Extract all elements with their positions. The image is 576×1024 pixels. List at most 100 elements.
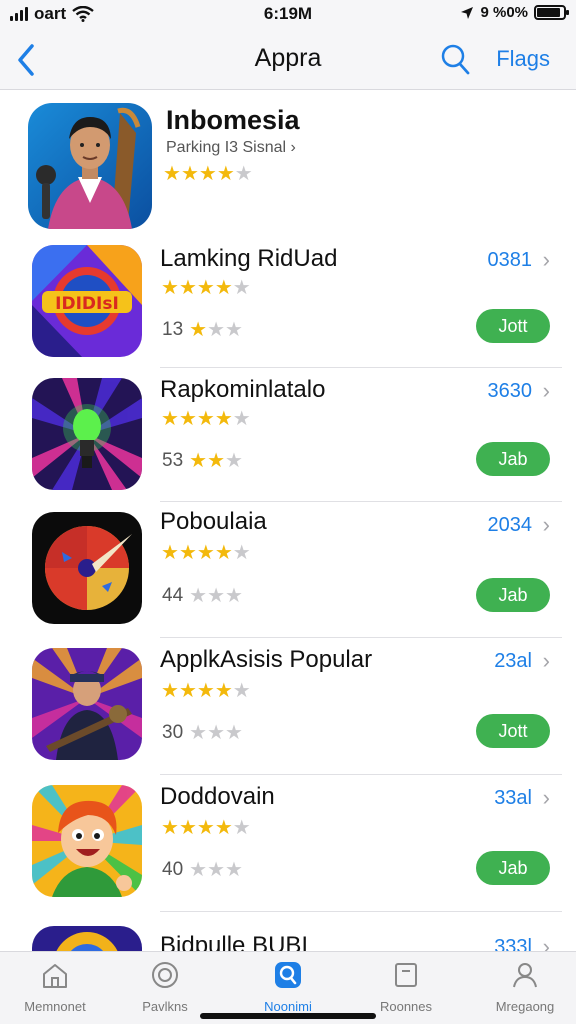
app-row[interactable]: Rapkominlatalo ★★★★★ 53 ★★★ 3630 › Jab [0, 368, 576, 502]
star-rating-value: ★★★★★ [161, 817, 251, 839]
chevron-right-icon[interactable]: › [543, 648, 550, 674]
star-icon: ★ [178, 277, 197, 299]
app-price: 333l [494, 936, 532, 951]
person-icon [513, 963, 537, 988]
featured-app-subtitle[interactable]: Parking I3 Sisnal › [166, 139, 296, 157]
featured-app-row[interactable]: Inbomesia Parking I3 Sisnal › ★★★★★ [0, 91, 576, 237]
star-icon: ★ [214, 277, 233, 299]
rating-count: 40 [162, 858, 184, 880]
star-icon: ★ [207, 585, 226, 607]
search-icon [275, 962, 301, 988]
battery-percent: 9 %0% [480, 4, 528, 21]
chevron-right-icon[interactable]: › [543, 247, 550, 273]
tab-roonnes[interactable]: Roonnes [351, 960, 461, 1014]
star-icon: ★ [161, 680, 179, 702]
tab-memnonet[interactable]: Memnonet [0, 960, 110, 1014]
star-icon: ★ [189, 450, 208, 472]
rating-count: 13 [162, 318, 184, 340]
flags-button[interactable]: Flags [496, 46, 550, 72]
svg-text:IDIDIsI: IDIDIsI [55, 294, 119, 314]
tab-mregaong[interactable]: Mregaong [470, 960, 576, 1014]
star-rating-value: ★★★★★ [163, 163, 253, 185]
app-price: 33al [494, 787, 532, 809]
star-icon: ★ [178, 817, 197, 839]
get-button[interactable]: Jott [476, 714, 550, 748]
star-icon: ★ [196, 277, 215, 299]
star-rating-value: ★★★★★ [161, 408, 251, 430]
app-name: Poboulaia [160, 508, 267, 535]
search-icon[interactable] [440, 42, 470, 76]
get-button[interactable]: Jab [476, 442, 550, 476]
star-rating-value: ★★★★★ [161, 277, 251, 299]
featured-star-rating: ★★★★★ [163, 161, 253, 186]
star-icon: ★ [189, 319, 208, 341]
chevron-right-icon[interactable]: › [543, 934, 550, 951]
star-icon: ★ [189, 722, 208, 744]
app-row[interactable]: IDIDIsI Lamking RidUad ★★★★★ 13 ★★★ 0381… [0, 237, 576, 368]
star-icon: ★ [232, 680, 251, 702]
chevron-right-icon[interactable]: › [543, 512, 550, 538]
star-icon: ★ [225, 319, 243, 341]
app-name: Rapkominlatalo [160, 376, 326, 403]
rating-count: 44 [162, 584, 184, 606]
battery-group: 9 %0% [460, 4, 569, 21]
star-icon: ★ [225, 859, 243, 881]
chevron-right-icon[interactable]: › [543, 378, 550, 404]
app-row[interactable]: Doddovain ★★★★★ 40 ★★★ 33al › Jab [0, 775, 576, 912]
star-rating: ★★★★★ [161, 275, 251, 300]
rating-count: 53 [162, 449, 184, 471]
app-price: 0381 [487, 249, 533, 271]
tab-label: Mregaong [495, 999, 555, 1014]
star-rating: ★★★★★ [161, 678, 251, 703]
star-icon: ★ [189, 859, 208, 881]
small-star-rating: ★★★ [189, 857, 243, 882]
app-name: ApplkAsisis Popular [160, 646, 373, 673]
star-rating: ★★★★★ [161, 406, 251, 431]
star-icon: ★ [207, 722, 226, 744]
page-title: Appra [254, 44, 322, 72]
tab-label: Roonnes [379, 999, 433, 1014]
battery-icon [534, 5, 569, 20]
app-icon-poboulaia[interactable] [32, 512, 142, 624]
star-icon: ★ [178, 408, 197, 430]
app-name: Lamking RidUad [160, 245, 338, 272]
home-icon [43, 964, 67, 988]
app-icon-bidpulle[interactable] [32, 926, 142, 951]
star-icon: ★ [225, 722, 243, 744]
tab-pavlkns[interactable]: Pavlkns [110, 960, 220, 1014]
app-row[interactable]: Poboulaia ★★★★★ 44 ★★★ 2034 › Jab [0, 502, 576, 638]
get-button[interactable]: Jab [476, 578, 550, 612]
rating-count-line: 13 ★★★ [162, 317, 243, 342]
featured-app-icon[interactable] [28, 103, 152, 229]
star-rating-value: ★★★★★ [161, 680, 251, 702]
featured-app-name: Inbomesia [166, 105, 300, 135]
get-button[interactable]: Jab [476, 851, 550, 885]
star-icon: ★ [225, 450, 243, 472]
small-star-rating: ★★★ [189, 720, 243, 745]
star-icon: ★ [198, 163, 217, 185]
get-button[interactable]: Jott [476, 309, 550, 343]
app-row[interactable]: Bidpulle BUBI 333l › [0, 912, 576, 951]
app-name: Bidpulle BUBI [160, 932, 309, 951]
chevron-right-icon[interactable]: › [543, 785, 550, 811]
app-icon-doddovain[interactable] [32, 785, 142, 897]
star-icon: ★ [163, 163, 181, 185]
square-icon [395, 963, 417, 987]
app-row[interactable]: ApplkAsisis Popular ★★★★★ 30 ★★★ 23al › … [0, 638, 576, 775]
star-icon: ★ [214, 408, 233, 430]
star-icon: ★ [216, 163, 235, 185]
star-icon: ★ [234, 163, 253, 185]
tab-label: Noonimi [264, 999, 312, 1014]
star-icon: ★ [161, 408, 179, 430]
app-icon-lamking[interactable]: IDIDIsI [32, 245, 142, 357]
location-arrow-icon [461, 6, 474, 19]
tab-noonimi[interactable]: Noonimi [233, 960, 343, 1014]
app-price: 2034 [487, 514, 533, 536]
app-icon-rapkominlatalo[interactable] [32, 378, 142, 490]
star-icon: ★ [189, 585, 208, 607]
star-icon: ★ [214, 542, 233, 564]
star-icon: ★ [178, 542, 197, 564]
star-icon: ★ [207, 319, 226, 341]
home-indicator[interactable] [200, 1013, 376, 1019]
app-icon-applkasisis[interactable] [32, 648, 142, 760]
